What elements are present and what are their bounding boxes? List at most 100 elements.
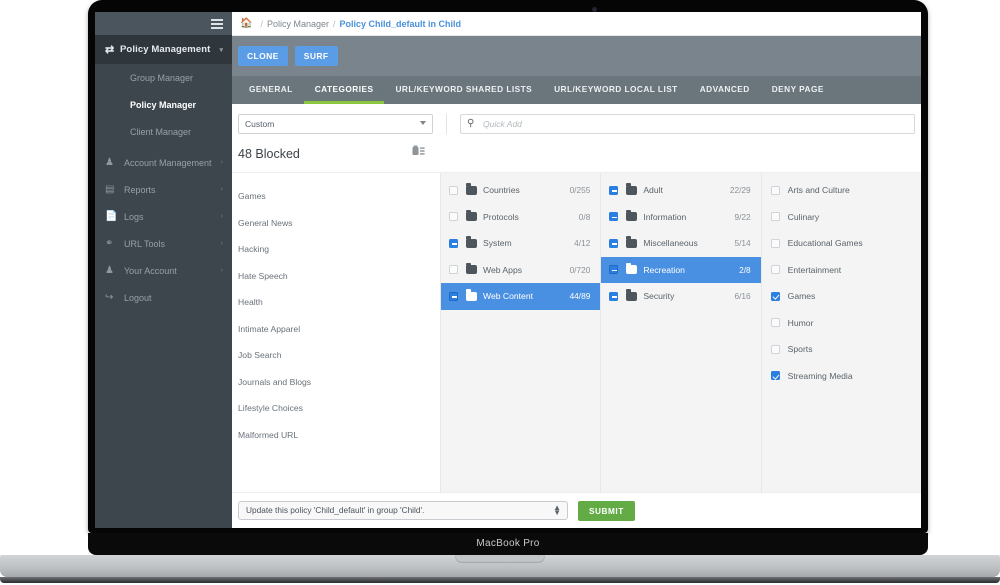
tree-node-label: Information <box>643 211 687 222</box>
folder-icon <box>626 289 638 301</box>
preset-select[interactable]: Custom <box>238 114 433 134</box>
tree-node-count: 44/89 <box>569 291 591 302</box>
tree-node-label: Miscellaneous <box>643 238 698 249</box>
blocked-header-row: 48 Blocked <box>232 136 921 172</box>
checkbox-unchecked[interactable] <box>770 318 780 328</box>
list-item[interactable]: Hate Speech <box>232 263 440 290</box>
tab-deny-page[interactable]: DENY PAGE <box>761 76 835 104</box>
tree-node-miscellaneous[interactable]: Miscellaneous 5/14 <box>601 230 760 257</box>
tree-node-information[interactable]: Information 9/22 <box>601 204 760 231</box>
tree-leaf-label: Humor <box>787 317 814 328</box>
tree-node-count: 0/255 <box>569 185 591 196</box>
tree-node-system[interactable]: System 4/12 <box>441 230 600 257</box>
sidebar-item-your-account[interactable]: ♟ Your Account › <box>95 257 232 284</box>
checkbox-partial[interactable] <box>449 238 458 248</box>
list-item[interactable]: Job Search <box>232 342 440 369</box>
checkbox-partial[interactable] <box>609 291 619 301</box>
tree-node-count: 0/720 <box>569 264 591 275</box>
sidebar-item-logs[interactable]: 📄 Logs › <box>95 203 232 230</box>
chevron-right-icon: › <box>220 186 223 193</box>
list-item[interactable]: Games <box>232 183 440 210</box>
sidebar-item-policy-manager[interactable]: Policy Manager <box>95 91 232 118</box>
folder-icon <box>626 209 638 222</box>
tree-node-web-content[interactable]: Web Content 44/89 <box>441 283 601 310</box>
folder-icon <box>466 236 477 248</box>
quick-add-input[interactable] <box>460 114 915 134</box>
tree-node-countries[interactable]: Countries 0/255 <box>441 177 600 204</box>
tree-leaf-humor[interactable]: Humor <box>762 310 921 337</box>
list-item[interactable]: Journals and Blogs <box>232 369 440 396</box>
list-item[interactable]: Malformed URL <box>232 422 440 449</box>
breadcrumb-separator: / <box>333 18 336 29</box>
checkbox-unchecked[interactable] <box>449 185 458 195</box>
checkbox-partial[interactable] <box>609 212 619 222</box>
main-content: 🏠 / Policy Manager / Policy Child_defaul… <box>232 12 921 528</box>
checkbox-unchecked[interactable] <box>770 185 780 195</box>
sidebar-item-reports[interactable]: ▤ Reports › <box>95 176 232 203</box>
list-item[interactable]: Lifestyle Choices <box>232 395 440 422</box>
checkbox-unchecked[interactable] <box>770 212 780 222</box>
tab-categories[interactable]: CATEGORIES <box>303 76 385 104</box>
tab-general[interactable]: GENERAL <box>238 76 304 104</box>
list-item[interactable]: Hacking <box>232 236 440 263</box>
tree-column-level1: Countries 0/255 Protocols 0/8 System 4/1… <box>441 173 602 492</box>
tree-leaf-culinary[interactable]: Culinary <box>762 204 921 231</box>
tree-node-label: Security <box>643 291 675 302</box>
tree-leaf-entertainment[interactable]: Entertainment <box>762 257 921 284</box>
submit-button[interactable]: SUBMIT <box>578 500 635 521</box>
tree-node-count: 6/16 <box>734 291 751 302</box>
tree-node-recreation[interactable]: Recreation 2/8 <box>601 256 761 283</box>
tree-node-web-apps[interactable]: Web Apps 0/720 <box>441 257 600 284</box>
tree-leaf-arts-and-culture[interactable]: Arts and Culture <box>762 177 921 204</box>
laptop-brand-label: MacBook Pro <box>88 533 928 555</box>
checkbox-unchecked[interactable] <box>449 212 458 222</box>
checkbox-unchecked[interactable] <box>449 265 458 275</box>
search-icon: ⚲ <box>467 118 475 129</box>
tab-url-keyword-local-list[interactable]: URL/KEYWORD LOCAL LIST <box>543 76 689 104</box>
list-item[interactable]: General News <box>232 210 440 237</box>
tree-node-label: Adult <box>643 185 663 196</box>
tree-node-count: 2/8 <box>739 264 751 275</box>
sidebar-item-client-manager[interactable]: Client Manager <box>95 118 232 145</box>
checkbox-partial[interactable] <box>609 185 619 195</box>
checkbox-unchecked[interactable] <box>770 238 780 248</box>
sidebar-item-url-tools[interactable]: ⚭ URL Tools › <box>95 230 232 257</box>
tab-url-keyword-shared-lists[interactable]: URL/KEYWORD SHARED LISTS <box>384 76 543 104</box>
checkbox-unchecked[interactable] <box>770 265 780 275</box>
chart-icon: ▤ <box>105 184 115 195</box>
tree-leaf-sports[interactable]: Sports <box>762 336 921 363</box>
tree-leaf-games[interactable]: Games <box>762 283 921 310</box>
tree-node-adult[interactable]: Adult 22/29 <box>601 177 760 204</box>
tree-node-security[interactable]: Security 6/16 <box>601 283 760 310</box>
clone-button[interactable]: CLONE <box>238 46 288 66</box>
trash-list-icon[interactable] <box>412 145 425 163</box>
tree-node-label: System <box>483 238 512 249</box>
tree-node-protocols[interactable]: Protocols 0/8 <box>441 204 600 231</box>
list-item[interactable]: Health <box>232 289 440 316</box>
sidebar-item-logout[interactable]: ↪ Logout <box>95 284 232 311</box>
policy-action-select[interactable]: Update this policy 'Child_default' in gr… <box>238 501 568 520</box>
tree-leaf-streaming-media[interactable]: Streaming Media <box>762 363 921 390</box>
tree-leaf-educational-games[interactable]: Educational Games <box>762 230 921 257</box>
sidebar-item-label: URL Tools <box>124 238 166 249</box>
hamburger-icon[interactable] <box>211 18 223 29</box>
home-icon[interactable]: 🏠 <box>240 18 252 29</box>
surf-button[interactable]: SURF <box>294 46 338 66</box>
checkbox-unchecked[interactable] <box>770 344 780 354</box>
sidebar-item-account-management[interactable]: ♟ Account Management › <box>95 149 232 176</box>
checkbox-checked[interactable] <box>770 371 780 381</box>
tab-advanced[interactable]: ADVANCED <box>689 76 761 104</box>
sidebar-section-policy-management[interactable]: ⇄ Policy Management ▾ <box>95 35 232 64</box>
sidebar-item-group-manager[interactable]: Group Manager <box>95 64 232 91</box>
checkbox-checked[interactable] <box>770 291 780 301</box>
list-item[interactable]: Intimate Apparel <box>232 316 440 343</box>
checkbox-partial[interactable] <box>609 265 619 275</box>
checkbox-partial[interactable] <box>609 238 619 248</box>
tree-node-label: Web Content <box>483 291 534 302</box>
breadcrumb-parent-link[interactable]: Policy Manager <box>267 19 329 29</box>
screenshot-stage: ⇄ Policy Management ▾ Group Manager Poli… <box>0 0 1000 585</box>
filter-row: Custom ⚲ <box>232 104 921 136</box>
sidebar: ⇄ Policy Management ▾ Group Manager Poli… <box>95 12 232 528</box>
sidebar-sub-label: Client Manager <box>130 126 192 137</box>
checkbox-partial[interactable] <box>449 291 458 301</box>
